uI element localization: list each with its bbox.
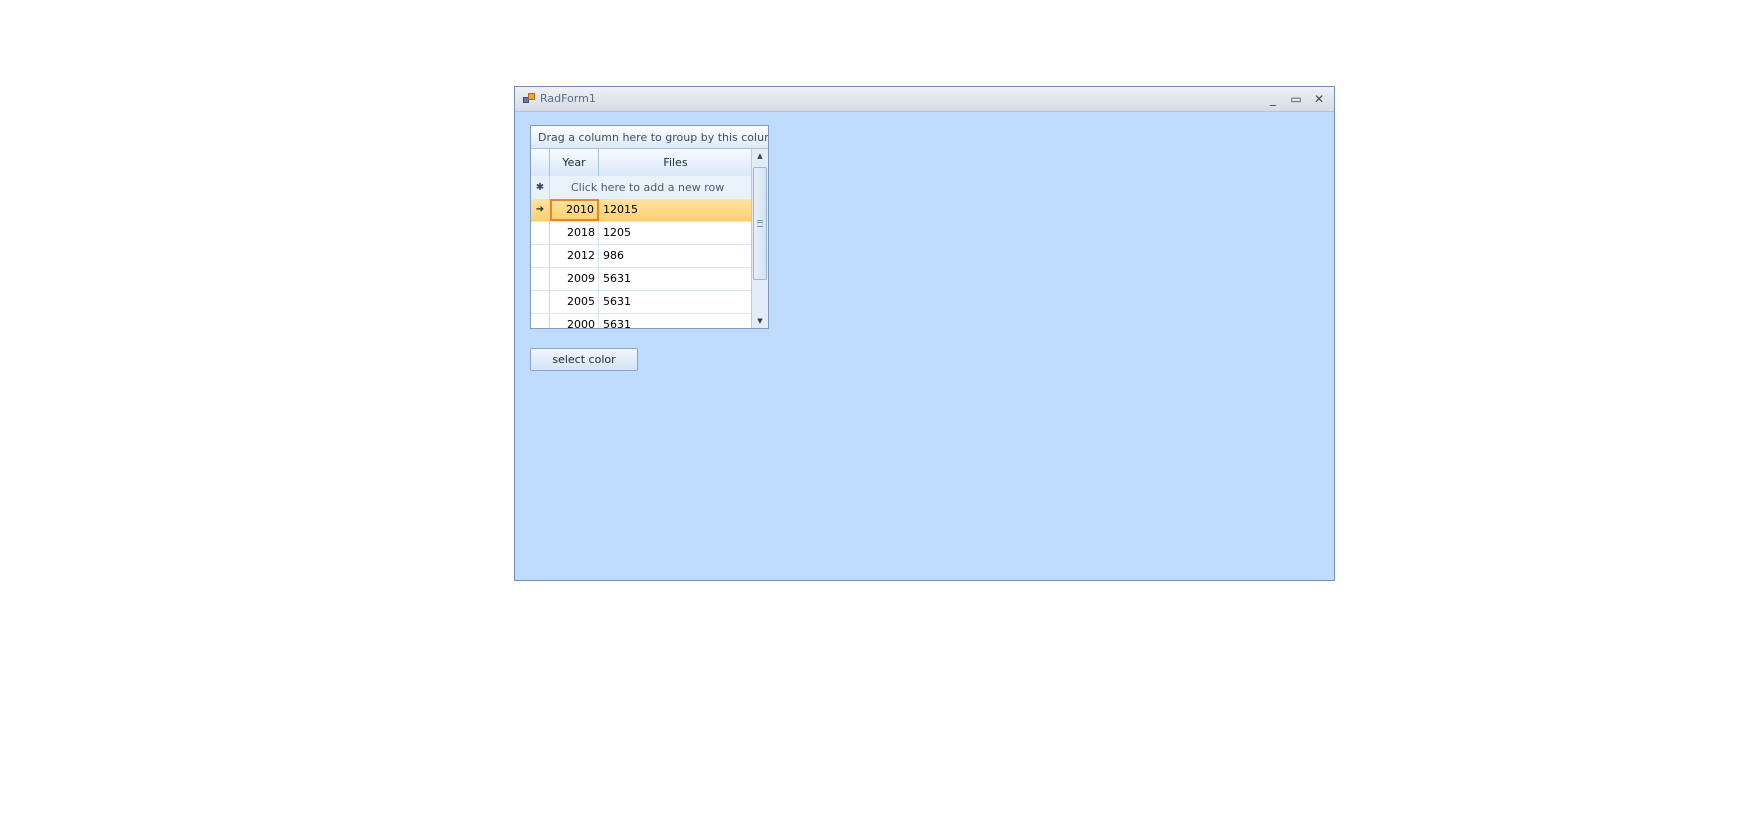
table-row[interactable]: 2012 986 <box>531 245 752 268</box>
new-row-icon: ✱ <box>531 176 550 199</box>
files-cell[interactable]: 986 <box>603 245 624 267</box>
scroll-down-icon[interactable]: ▼ <box>752 314 768 328</box>
group-by-panel[interactable]: Drag a column here to group by this colu… <box>531 126 768 149</box>
table-row[interactable]: 2000 5631 <box>531 314 752 328</box>
table-row[interactable]: ➔ 2010 12015 <box>531 199 752 222</box>
add-new-row[interactable]: ✱ Click here to add a new row <box>531 176 752 200</box>
vertical-scrollbar[interactable]: ▲ ▼ <box>751 149 768 328</box>
row-selector-header[interactable] <box>531 149 550 176</box>
main-window: RadForm1 _ ▭ ✕ Drag a column here to gro… <box>514 86 1335 581</box>
year-cell[interactable]: 2018 <box>550 222 599 244</box>
grid-header-row: Year Files <box>531 149 752 177</box>
window-title: RadForm1 <box>540 92 596 105</box>
files-cell[interactable]: 12015 <box>603 199 638 221</box>
year-cell[interactable]: 2005 <box>550 291 599 313</box>
title-bar[interactable]: RadForm1 _ ▭ ✕ <box>515 87 1334 112</box>
scrollbar-thumb[interactable] <box>753 167 767 280</box>
files-cell[interactable]: 5631 <box>603 291 631 313</box>
table-row[interactable]: 2005 5631 <box>531 291 752 314</box>
close-button[interactable]: ✕ <box>1310 90 1328 108</box>
year-cell[interactable]: 2012 <box>550 245 599 267</box>
table-row[interactable]: 2009 5631 <box>531 268 752 291</box>
year-cell[interactable]: 2009 <box>550 268 599 290</box>
select-color-button[interactable]: select color <box>530 348 638 371</box>
files-cell[interactable]: 5631 <box>603 268 631 290</box>
table-row[interactable]: 2018 1205 <box>531 222 752 245</box>
column-header-files[interactable]: Files <box>599 149 752 176</box>
app-icon <box>523 93 535 105</box>
year-cell[interactable]: 2010 <box>550 199 599 221</box>
grip-icon <box>757 220 763 227</box>
current-row-arrow-icon: ➔ <box>531 199 550 221</box>
year-cell[interactable]: 2000 <box>550 314 599 328</box>
minimize-button[interactable]: _ <box>1264 90 1282 108</box>
data-grid[interactable]: Drag a column here to group by this colu… <box>530 125 769 329</box>
files-cell[interactable]: 5631 <box>603 314 631 328</box>
add-new-row-label: Click here to add a new row <box>571 181 725 194</box>
files-cell[interactable]: 1205 <box>603 222 631 244</box>
column-header-year[interactable]: Year <box>550 149 599 176</box>
scroll-up-icon[interactable]: ▲ <box>752 149 768 163</box>
maximize-button[interactable]: ▭ <box>1287 90 1305 108</box>
